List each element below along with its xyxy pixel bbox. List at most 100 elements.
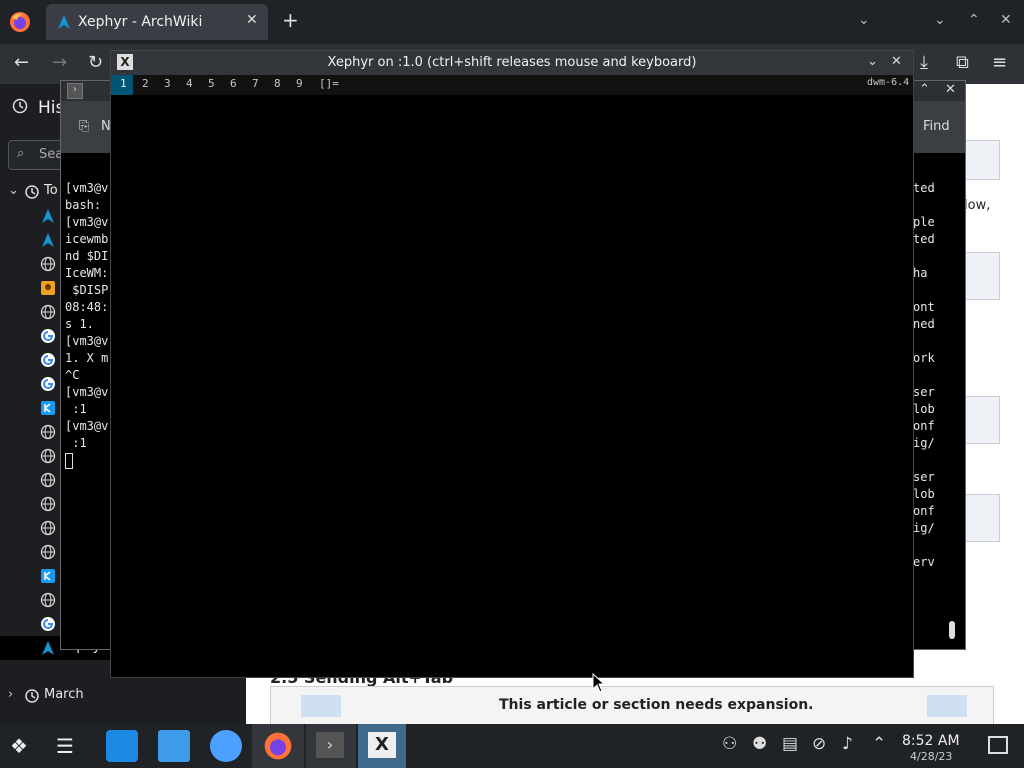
maximize-icon[interactable]: ⌃ (919, 82, 930, 97)
dwm-tag-6[interactable]: 6 (230, 77, 237, 90)
tab-close-icon[interactable]: ✕ (246, 12, 258, 28)
close-window-icon[interactable]: ✕ (1000, 12, 1012, 28)
terminal-line: [vm3@v (65, 334, 109, 348)
terminal-line: ig/ (913, 436, 935, 450)
google-icon (41, 353, 55, 367)
terminal-line: lob (913, 487, 935, 501)
mouse-cursor-icon (592, 673, 606, 693)
globe-icon (40, 520, 56, 536)
browser-globe-icon[interactable] (210, 730, 242, 762)
xephyr-title: Xephyr on :1.0 (ctrl+shift releases mous… (327, 55, 697, 70)
dwm-layout-symbol[interactable]: []= (319, 77, 339, 90)
globe-icon (40, 496, 56, 512)
extensions-icon[interactable]: ⧉ (956, 54, 969, 72)
dwm-tag-9[interactable]: 9 (296, 77, 303, 90)
terminal-line: onf (913, 504, 935, 518)
back-icon[interactable]: ← (14, 54, 29, 72)
code-box (964, 494, 1000, 542)
find-button[interactable]: Find (923, 119, 950, 134)
taskbar: ❖ ☰ › X ⚇ ⚉ ▤ ⊘ ♪ ⌃ (0, 724, 1024, 768)
clock-icon (25, 185, 39, 199)
xephyr-window[interactable]: X Xephyr on :1.0 (ctrl+shift releases mo… (110, 50, 914, 678)
minimize-icon[interactable]: ⌄ (867, 54, 878, 69)
terminal-line: bash: (65, 198, 109, 212)
expansion-notice: This article or section needs expansion. (270, 686, 994, 726)
new-tab-icon[interactable]: ⎘ (79, 119, 89, 134)
scrollbar-thumb[interactable] (949, 621, 955, 639)
archwiki-icon (42, 233, 54, 247)
notice-text: This article or section needs expansion. (499, 697, 814, 713)
discover-icon[interactable] (106, 730, 138, 762)
close-icon[interactable]: ✕ (891, 54, 902, 69)
tab-title: Xephyr - ArchWiki (78, 14, 203, 30)
clipboard-icon[interactable]: ▤ (782, 734, 798, 754)
archwiki-icon (42, 641, 54, 655)
kde-icon (41, 569, 55, 583)
minimize-icon[interactable]: ⌄ (934, 12, 946, 28)
xephyr-titlebar[interactable]: X Xephyr on :1.0 (ctrl+shift releases mo… (111, 51, 913, 75)
firefox-icon[interactable] (8, 10, 32, 34)
terminal-app-icon: › (67, 83, 83, 99)
terminal-line: ser (913, 470, 935, 484)
dwm-tag-4[interactable]: 4 (186, 77, 193, 90)
search-icon: ⌕ (17, 146, 25, 161)
dwm-tag-1[interactable]: 1 (120, 77, 127, 90)
terminal-line: icewmb (65, 232, 109, 246)
terminal-line: ork (913, 351, 935, 365)
new-tab-button[interactable]: + (282, 10, 299, 30)
taskbar-firefox[interactable] (252, 724, 304, 768)
terminal-output[interactable]: [vm3@v bash: [vm3@v icewmb nd $DI IceWM: $DI… (61, 153, 111, 649)
terminal-line: ted (913, 181, 935, 195)
terminal-line: [vm3@v (65, 181, 109, 195)
reload-icon[interactable]: ↻ (88, 54, 103, 72)
system-settings-icon[interactable]: ☰ (56, 734, 74, 758)
globe-icon (40, 304, 56, 320)
terminal-line: ned (913, 317, 935, 331)
user-icon[interactable]: ⚇ (722, 734, 737, 754)
tray-expand-icon[interactable]: ⌃ (872, 734, 886, 754)
history-group-march[interactable]: › March (0, 684, 246, 708)
menu-icon[interactable]: ≡ (992, 54, 1007, 72)
show-desktop-icon[interactable] (988, 736, 1008, 754)
clock-date[interactable]: 4/28/23 (910, 750, 952, 763)
list-tabs-icon[interactable]: ⌄ (858, 12, 870, 28)
users-icon[interactable]: ⚉ (752, 734, 767, 754)
terminal-line: ^C (65, 368, 80, 382)
taskbar-terminal[interactable]: › (306, 724, 356, 768)
terminal-line: :1 (65, 402, 87, 416)
archwiki-icon (42, 209, 54, 223)
history-group-label: March (44, 687, 84, 702)
clock-time[interactable]: 8:52 AM (902, 733, 960, 749)
terminal-line: ted (913, 232, 935, 246)
browser-tab-strip: Xephyr - ArchWiki ✕ + ⌄ ⌄ ⌃ ✕ (0, 0, 1024, 44)
dwm-tag-3[interactable]: 3 (164, 77, 171, 90)
audio-muted-icon[interactable]: ⊘ (812, 734, 826, 754)
file-manager-icon[interactable] (158, 730, 190, 762)
history-group-label: To (44, 183, 58, 198)
terminal-line: lob (913, 402, 935, 416)
dwm-bar: 1 2 3 4 5 6 7 8 9 []= dwm-6.4 (111, 75, 913, 95)
terminal-line: 1. X m (65, 351, 109, 365)
volume-icon[interactable]: ♪ (842, 734, 853, 754)
globe-icon (40, 256, 56, 272)
globe-icon (40, 424, 56, 440)
downloads-icon[interactable]: ⤓ (920, 54, 928, 72)
dwm-tag-8[interactable]: 8 (274, 77, 281, 90)
google-icon (41, 617, 55, 631)
app-launcher-icon[interactable]: ❖ (10, 734, 28, 758)
dwm-tag-7[interactable]: 7 (252, 77, 259, 90)
terminal-line: ple (913, 215, 935, 229)
forward-icon[interactable]: → (52, 54, 67, 72)
browser-tab[interactable]: Xephyr - ArchWiki ✕ (46, 4, 268, 40)
clock-icon (12, 98, 28, 114)
x-app-icon: X (368, 732, 396, 758)
maximize-icon[interactable]: ⌃ (968, 12, 980, 28)
terminal-line: nd $DI (65, 249, 109, 263)
terminal-line: ig/ (913, 521, 935, 535)
code-box (964, 252, 1000, 300)
dwm-tag-2[interactable]: 2 (142, 77, 149, 90)
taskbar-xephyr[interactable]: X (358, 724, 406, 768)
terminal-line: :1 (65, 436, 87, 450)
dwm-tag-5[interactable]: 5 (208, 77, 215, 90)
close-icon[interactable]: ✕ (945, 82, 956, 97)
